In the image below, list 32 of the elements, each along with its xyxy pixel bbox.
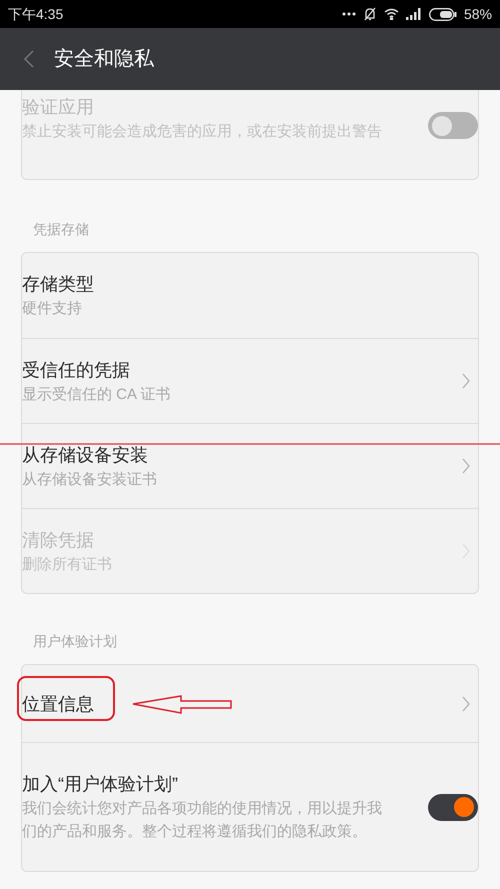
section-header: 凭据存储 [33, 220, 89, 239]
section-header: 用户体验计划 [33, 632, 117, 651]
row-subtitle: 我们会统计您对产品各项功能的使用情况，用以提升我们的产品和服务。整个过程将遵循我们的隐私政策。 [22, 799, 383, 842]
more-dots-icon [342, 12, 356, 16]
settings-row[interactable]: 存储类型 硬件支持 [22, 253, 478, 338]
row-title: 位置信息 [22, 692, 94, 716]
chevron-right-icon [462, 696, 470, 712]
settings-row[interactable]: 位置信息 [22, 665, 478, 742]
signal-icon [406, 8, 422, 20]
arrow-icon [132, 695, 232, 714]
row-title: 验证应用 [22, 96, 94, 119]
row-title: 受信任的凭据 [22, 358, 130, 382]
row-subtitle: 从存储设备安装证书 [22, 470, 157, 490]
settings-row[interactable]: 受信任的凭据 显示受信任的 CA 证书 [22, 338, 478, 423]
row-title: 存储类型 [22, 273, 94, 296]
back-icon[interactable] [24, 50, 34, 68]
toggle-switch[interactable] [428, 794, 478, 820]
muted-bell-icon [362, 7, 377, 21]
page-title: 安全和隐私 [54, 47, 154, 72]
battery-icon [428, 8, 457, 20]
row-subtitle: 显示受信任的 CA 证书 [22, 384, 170, 404]
chevron-right-icon [462, 373, 470, 389]
settings-row[interactable]: 从存储设备安装 从存储设备安装证书 [22, 423, 478, 508]
chevron-right-icon [462, 458, 470, 474]
wifi-icon [384, 8, 399, 20]
row-title: 清除凭据 [22, 528, 94, 552]
row-title: 从存储设备安装 [22, 444, 148, 466]
row-title: 加入“用户体验计划” [22, 773, 178, 796]
settings-row[interactable]: 加入“用户体验计划” 我们会统计您对产品各项功能的使用情况，用以提升我们的产品和服务。整个过程将遵循我们的隐私政策。 [22, 742, 478, 871]
row-subtitle: 硬件支持 [22, 299, 82, 319]
battery-percent: 58% [464, 4, 492, 24]
status-time: 下午4:35 [8, 4, 64, 24]
